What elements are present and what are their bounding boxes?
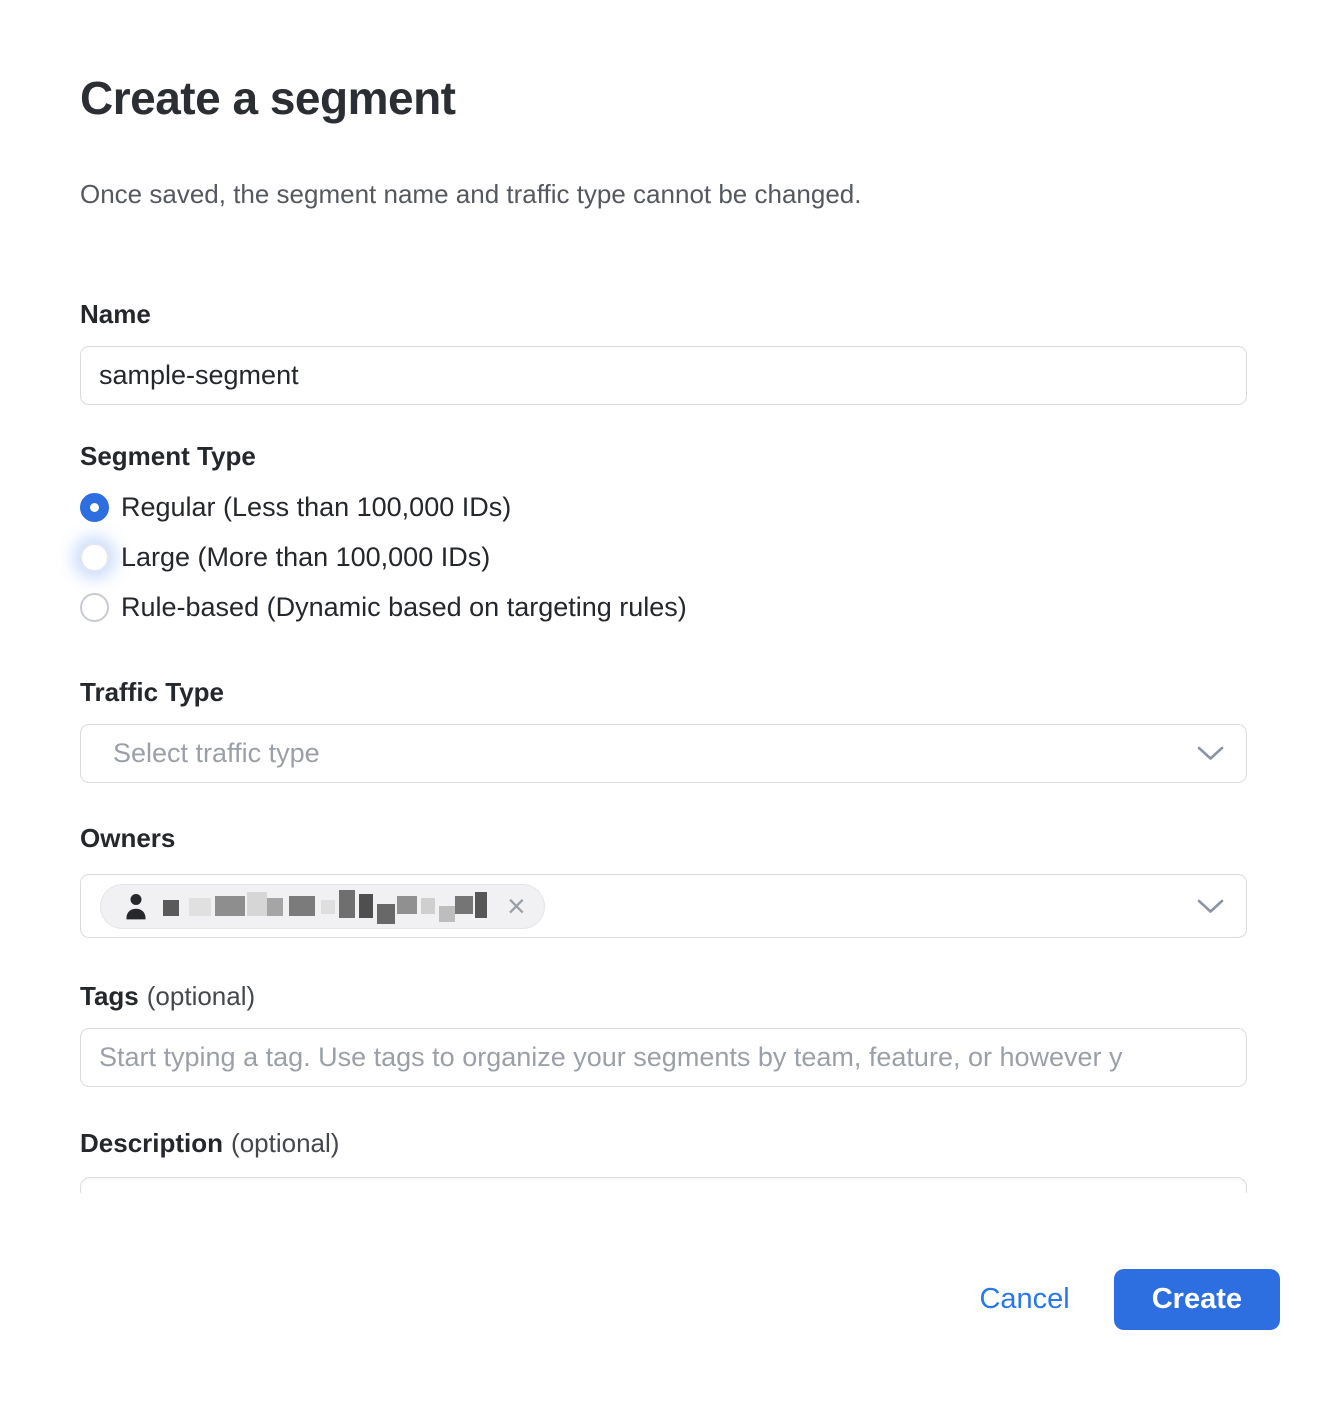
chevron-down-icon: [1197, 898, 1224, 915]
radio-option-label: Large (More than 100,000 IDs): [121, 540, 490, 574]
page-title: Create a segment: [80, 74, 1247, 122]
description-optional-hint: (optional): [231, 1128, 339, 1158]
create-button[interactable]: Create: [1114, 1269, 1280, 1330]
segment-type-label: Segment Type: [80, 440, 1247, 472]
radio-option-label: Rule-based (Dynamic based on targeting r…: [121, 590, 687, 624]
dialog-subtitle: Once saved, the segment name and traffic…: [80, 178, 1247, 210]
tags-input[interactable]: [80, 1028, 1247, 1087]
remove-owner-icon[interactable]: ×: [507, 890, 526, 922]
tags-optional-hint: (optional): [147, 981, 255, 1011]
name-label: Name: [80, 298, 1247, 330]
tags-label: Tags (optional): [80, 980, 1247, 1012]
traffic-type-label: Traffic Type: [80, 676, 1247, 708]
dialog-footer: Cancel Create: [80, 1269, 1280, 1330]
radio-selected-icon[interactable]: [80, 493, 109, 522]
description-input-clipped: [80, 1177, 1247, 1193]
owners-label: Owners: [80, 822, 1247, 854]
radio-unselected-icon[interactable]: [80, 543, 109, 572]
radio-unselected-icon[interactable]: [80, 593, 109, 622]
user-icon: [125, 893, 147, 920]
description-label-text: Description: [80, 1128, 223, 1158]
create-segment-dialog: Create a segment Once saved, the segment…: [0, 0, 1328, 1408]
cancel-button[interactable]: Cancel: [979, 1283, 1069, 1316]
selected-owner-chip[interactable]: ×: [100, 884, 545, 929]
tags-label-text: Tags: [80, 981, 139, 1011]
redacted-owner-name: [163, 884, 493, 928]
segment-type-radio-group: Regular (Less than 100,000 IDs) Large (M…: [80, 490, 1247, 624]
radio-option-label: Regular (Less than 100,000 IDs): [121, 490, 511, 524]
segment-type-option-rule-based[interactable]: Rule-based (Dynamic based on targeting r…: [80, 590, 1247, 624]
segment-type-option-regular[interactable]: Regular (Less than 100,000 IDs): [80, 490, 1247, 524]
chevron-down-icon: [1197, 745, 1224, 762]
owners-select[interactable]: ×: [80, 874, 1247, 938]
description-textarea[interactable]: [80, 1177, 1247, 1193]
description-label: Description (optional): [80, 1127, 1247, 1159]
segment-type-option-large[interactable]: Large (More than 100,000 IDs): [80, 540, 1247, 574]
traffic-type-placeholder: Select traffic type: [99, 738, 320, 769]
name-input[interactable]: [80, 346, 1247, 405]
traffic-type-select[interactable]: Select traffic type: [80, 724, 1247, 783]
